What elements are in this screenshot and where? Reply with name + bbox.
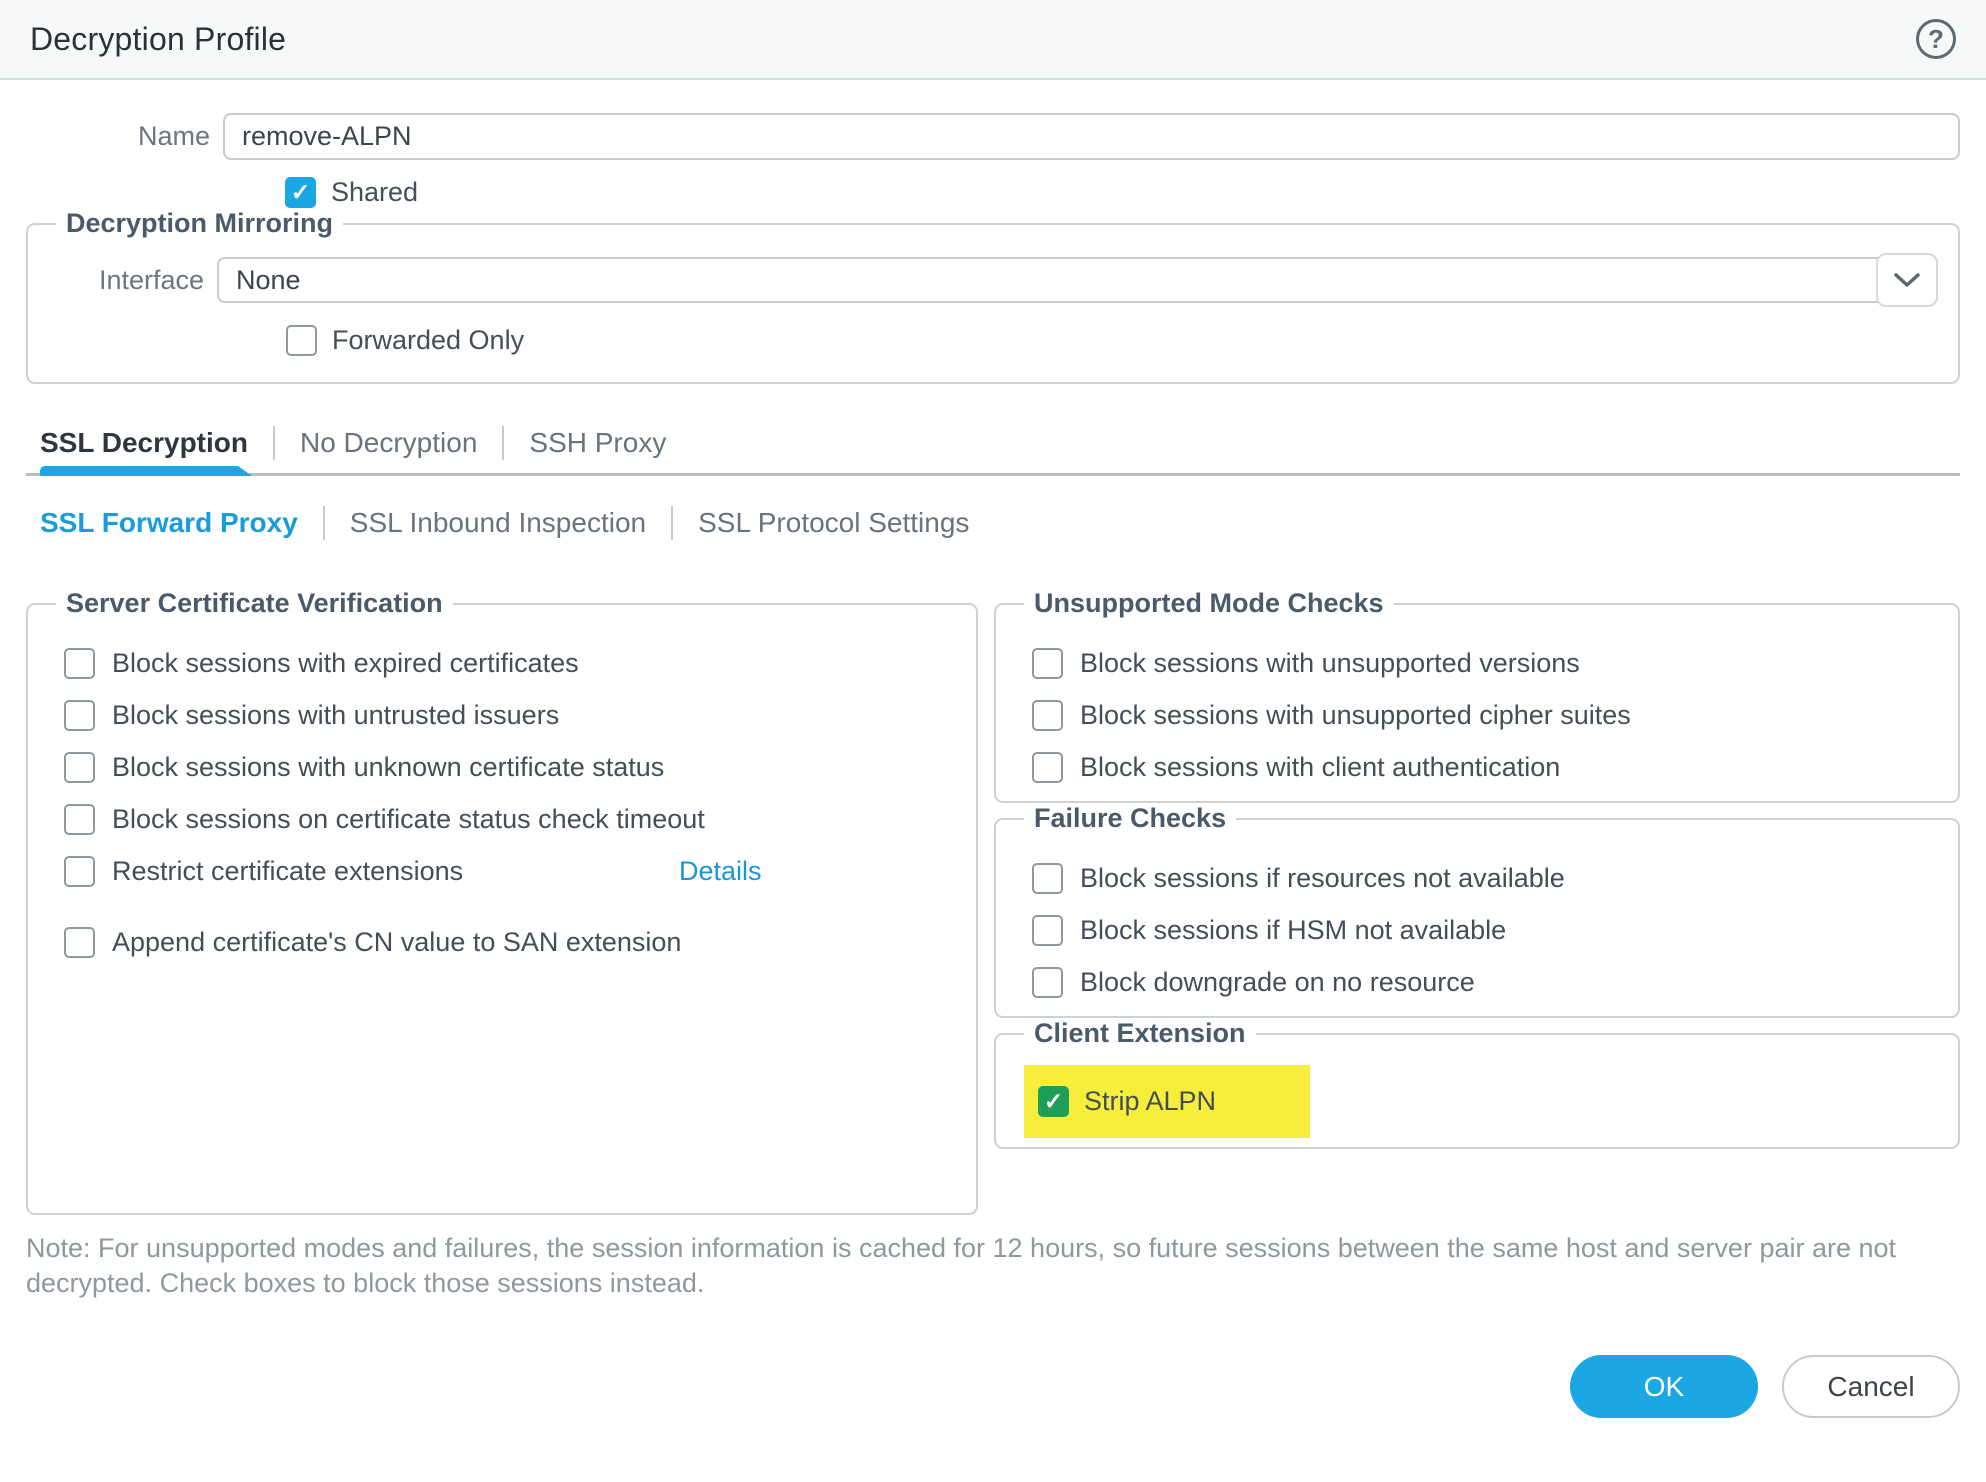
checkbox-row: Block sessions with expired certificates — [64, 648, 956, 679]
tab-ssl-decryption[interactable]: SSL Decryption — [40, 427, 273, 459]
checkbox-label: Restrict certificate extensions — [112, 856, 463, 887]
client-extension-legend: Client Extension — [1024, 1018, 1256, 1049]
failure-checks-group: Failure Checks Block sessions if resourc… — [994, 803, 1960, 1018]
interface-select[interactable]: None — [217, 257, 1938, 303]
details-link[interactable]: Details — [679, 856, 762, 887]
left-column: Server Certificate Verification Block se… — [26, 588, 978, 1215]
checkbox-label: Block sessions with untrusted issuers — [112, 700, 559, 731]
tab-underline — [26, 473, 1960, 476]
append-cn-to-san-checkbox[interactable] — [64, 927, 95, 958]
server-cert-verification-group: Server Certificate Verification Block se… — [26, 588, 978, 1215]
unsupported-mode-checks-group: Unsupported Mode Checks Block sessions w… — [994, 588, 1960, 803]
ok-button[interactable]: OK — [1570, 1355, 1758, 1418]
footnote: Note: For unsupported modes and failures… — [26, 1231, 1960, 1301]
subtab-ssl-inbound-inspection[interactable]: SSL Inbound Inspection — [325, 507, 671, 539]
strip-alpn-checkbox[interactable] — [1038, 1086, 1069, 1117]
subtab-ssl-protocol-settings[interactable]: SSL Protocol Settings — [673, 507, 994, 539]
strip-alpn-label: Strip ALPN — [1084, 1086, 1216, 1117]
checkbox-row: Block sessions with unsupported cipher s… — [1032, 700, 1938, 731]
page-title: Decryption Profile — [30, 21, 286, 58]
unsupported-mode-checks-legend: Unsupported Mode Checks — [1024, 588, 1394, 619]
checkbox-row: Block sessions with untrusted issuers — [64, 700, 956, 731]
checkbox-label: Block sessions with client authenticatio… — [1080, 752, 1560, 783]
block-status-check-timeout-checkbox[interactable] — [64, 804, 95, 835]
main-tab-list: SSL Decryption No Decryption SSH Proxy — [26, 426, 1960, 460]
interface-select-value: None — [236, 265, 301, 296]
checkbox-label: Block sessions on certificate status che… — [112, 804, 705, 835]
name-label: Name — [26, 121, 210, 152]
forwarded-only-row: Forwarded Only — [286, 325, 1938, 356]
active-tab-indicator — [40, 466, 252, 476]
subtab-ssl-forward-proxy[interactable]: SSL Forward Proxy — [40, 507, 323, 539]
failure-checks-legend: Failure Checks — [1024, 803, 1236, 834]
dialog-header: Decryption Profile ? — [0, 0, 1986, 80]
chevron-down-icon[interactable] — [1876, 253, 1938, 307]
checkbox-label: Block downgrade on no resource — [1080, 967, 1475, 998]
tab-ssh-proxy[interactable]: SSH Proxy — [504, 427, 691, 459]
block-untrusted-issuers-checkbox[interactable] — [64, 700, 95, 731]
interface-label: Interface — [48, 265, 204, 296]
dialog-body: Name remove-ALPN Shared Decryption Mirro… — [0, 113, 1986, 1418]
restrict-cert-extensions-checkbox[interactable] — [64, 856, 95, 887]
block-unknown-cert-status-checkbox[interactable] — [64, 752, 95, 783]
help-icon[interactable]: ? — [1916, 19, 1956, 59]
shared-checkbox[interactable] — [285, 177, 316, 208]
forwarded-only-label: Forwarded Only — [332, 325, 524, 356]
shared-row: Shared — [285, 177, 1960, 208]
client-extension-group: Client Extension Strip ALPN — [994, 1018, 1960, 1149]
decryption-mirroring-group: Decryption Mirroring Interface None Forw… — [26, 208, 1960, 384]
interface-row: Interface None — [48, 257, 1938, 303]
dialog-footer: OK Cancel — [26, 1355, 1960, 1418]
strip-alpn-highlight: Strip ALPN — [1024, 1065, 1310, 1138]
right-column: Unsupported Mode Checks Block sessions w… — [994, 588, 1960, 1149]
block-if-resources-unavailable-checkbox[interactable] — [1032, 863, 1063, 894]
checkbox-row: Block sessions with client authenticatio… — [1032, 752, 1938, 783]
checkbox-row: Block downgrade on no resource — [1032, 967, 1938, 998]
block-if-hsm-unavailable-checkbox[interactable] — [1032, 915, 1063, 946]
decryption-mirroring-legend: Decryption Mirroring — [56, 208, 343, 239]
checkbox-label: Block sessions with unsupported cipher s… — [1080, 700, 1631, 731]
checkbox-label: Append certificate's CN value to SAN ext… — [112, 927, 681, 958]
checkbox-label: Block sessions with unknown certificate … — [112, 752, 664, 783]
checkbox-row: Block sessions if resources not availabl… — [1032, 863, 1938, 894]
checkbox-label: Block sessions if HSM not available — [1080, 915, 1506, 946]
name-input[interactable]: remove-ALPN — [223, 113, 1960, 160]
checkbox-row: Restrict certificate extensions Details — [64, 856, 956, 887]
checkbox-label: Block sessions if resources not availabl… — [1080, 863, 1565, 894]
checkbox-row: Block sessions if HSM not available — [1032, 915, 1938, 946]
checkbox-row: Block sessions with unknown certificate … — [64, 752, 956, 783]
checkbox-label: Block sessions with expired certificates — [112, 648, 579, 679]
name-row: Name remove-ALPN — [26, 113, 1960, 160]
cancel-button[interactable]: Cancel — [1782, 1355, 1960, 1418]
checkbox-label: Block sessions with unsupported versions — [1080, 648, 1580, 679]
checkbox-row: Block sessions on certificate status che… — [64, 804, 956, 835]
panel-columns: Server Certificate Verification Block se… — [26, 588, 1960, 1215]
tab-no-decryption[interactable]: No Decryption — [275, 427, 502, 459]
block-client-authentication-checkbox[interactable] — [1032, 752, 1063, 783]
checkbox-row: Append certificate's CN value to SAN ext… — [64, 927, 956, 958]
shared-label: Shared — [331, 177, 418, 208]
main-tabs: SSL Decryption No Decryption SSH Proxy — [26, 426, 1960, 476]
block-unsupported-cipher-suites-checkbox[interactable] — [1032, 700, 1063, 731]
sub-tabs: SSL Forward Proxy SSL Inbound Inspection… — [26, 506, 1960, 540]
block-downgrade-no-resource-checkbox[interactable] — [1032, 967, 1063, 998]
checkbox-row: Block sessions with unsupported versions — [1032, 648, 1938, 679]
block-unsupported-versions-checkbox[interactable] — [1032, 648, 1063, 679]
server-cert-verification-legend: Server Certificate Verification — [56, 588, 453, 619]
forwarded-only-checkbox[interactable] — [286, 325, 317, 356]
block-expired-certificates-checkbox[interactable] — [64, 648, 95, 679]
